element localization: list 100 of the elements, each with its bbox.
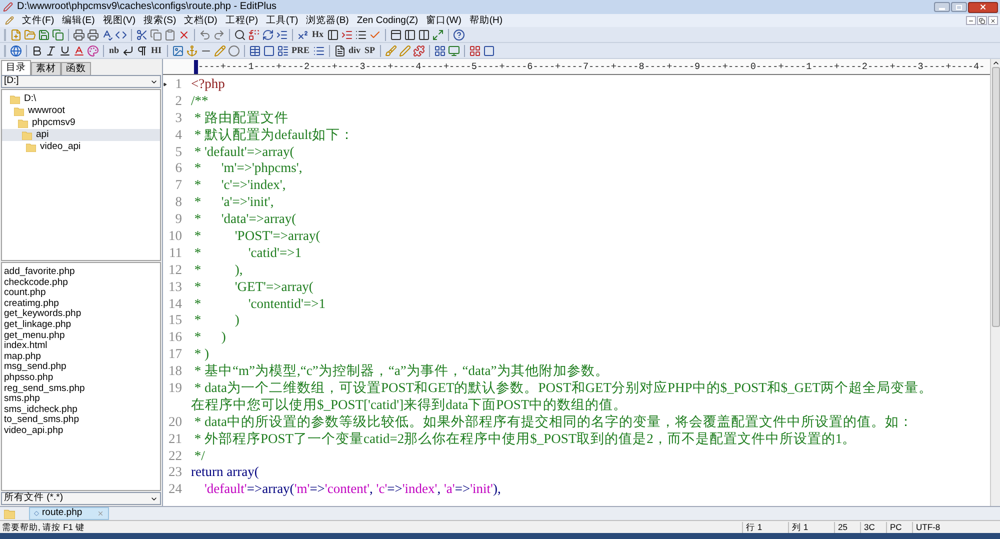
toolbar-text-button[interactable]: HI xyxy=(149,46,164,55)
menu-item[interactable]: Zen Coding(Z) xyxy=(356,16,418,26)
layout-icon[interactable] xyxy=(276,44,290,58)
save-icon[interactable] xyxy=(37,28,51,42)
menu-item[interactable]: 文档(D) xyxy=(184,16,218,26)
refresh-icon[interactable] xyxy=(261,28,275,42)
code-line: 在程序中您可以使用$_POST['catid']来得到data下面POST中的数组的值。 xyxy=(190,396,628,414)
toolbar-text-button[interactable]: PRE xyxy=(290,46,312,55)
maximize-button[interactable] xyxy=(951,2,967,12)
sidebar-tab[interactable]: 目录 xyxy=(1,60,31,75)
undo-icon[interactable] xyxy=(198,28,212,42)
file-list-item[interactable]: map.php xyxy=(4,352,41,362)
line-break-icon[interactable] xyxy=(121,44,136,58)
folder-tree-item[interactable]: wwwroot xyxy=(2,105,160,117)
app-icon xyxy=(3,2,13,12)
file-list-item[interactable]: phpsso.php xyxy=(4,372,54,384)
preview-icon[interactable] xyxy=(447,44,462,58)
toolbar-text-button[interactable]: nb xyxy=(107,46,122,55)
font-color-icon[interactable] xyxy=(72,44,86,58)
menu-item[interactable]: 编辑(E) xyxy=(62,16,95,26)
menu-item[interactable]: 帮助(H) xyxy=(469,16,503,26)
frame-icon[interactable] xyxy=(262,44,276,58)
file-list-item[interactable]: creatimg.php xyxy=(4,298,59,310)
ruler: ----+----1----+----2----+----3----+----4----+----5----+----6----+----7----+----8----+----9----+----0----+----1----+----2----+----3----+----4- xyxy=(198,62,985,72)
file-list-item[interactable]: sms.php xyxy=(4,394,40,405)
code-line: */ xyxy=(193,448,205,464)
file-list-item[interactable]: sms_idcheck.php xyxy=(4,404,78,416)
code-line: /** xyxy=(190,92,208,110)
file-list-item[interactable]: get_linkage.php xyxy=(4,320,72,331)
drive-dropdown[interactable]: [D:] xyxy=(1,75,161,88)
minimize-button[interactable] xyxy=(934,2,950,12)
line-number: 21 xyxy=(168,430,182,446)
grid-icon[interactable] xyxy=(433,44,448,58)
puzzle-icon[interactable] xyxy=(412,44,426,58)
sidebar-icon[interactable] xyxy=(402,28,417,42)
search-icon[interactable] xyxy=(233,28,247,42)
toolbar-text-button[interactable]: SP xyxy=(362,46,378,55)
folder-tree-item[interactable]: D:\ xyxy=(2,93,160,105)
scissors-icon[interactable] xyxy=(135,28,149,42)
file-list-item[interactable]: get_menu.php xyxy=(4,330,65,342)
close-icon xyxy=(990,18,996,24)
file-list-item[interactable]: to_send_sms.php xyxy=(4,415,79,426)
globe-icon[interactable] xyxy=(9,44,23,58)
line-number: 18 xyxy=(168,363,182,378)
code-line: * 'contentid'=>1 xyxy=(193,296,326,312)
file-list-item[interactable]: add_favorite.php xyxy=(4,267,75,278)
help-icon[interactable] xyxy=(452,28,466,42)
file-filter-dropdown[interactable]: 所有文件 (*.*) xyxy=(1,492,161,505)
folder-tree-item[interactable]: api xyxy=(2,129,160,141)
toolbar-text-button[interactable]: Hx xyxy=(310,30,326,39)
underline-icon[interactable] xyxy=(58,44,72,58)
close-button[interactable] xyxy=(968,2,998,12)
minimize-document-button[interactable] xyxy=(966,16,976,25)
table-icon[interactable] xyxy=(248,44,262,58)
redo-icon[interactable] xyxy=(212,28,226,42)
sidebar-tab[interactable]: 素材 xyxy=(31,62,61,75)
vertical-scrollbar[interactable] xyxy=(990,59,1000,506)
code-line: * 'a'=>'init', xyxy=(193,194,274,212)
file-list-item[interactable]: msg_send.php xyxy=(4,362,66,373)
scroll-up-icon[interactable] xyxy=(992,59,1000,67)
close-document-button[interactable] xyxy=(988,16,998,25)
folder-tree-item[interactable]: phpcmsv9 xyxy=(2,117,160,129)
file-list-item[interactable]: checkcode.php xyxy=(4,278,68,288)
folder-tree-item[interactable]: video_api xyxy=(2,141,160,153)
menu-item[interactable]: 窗口(W) xyxy=(426,16,462,26)
file-list-item[interactable]: reg_send_sms.php xyxy=(4,384,85,394)
italic-icon[interactable] xyxy=(44,44,58,58)
circle-icon[interactable] xyxy=(226,44,241,58)
code-line: return array( xyxy=(190,464,259,482)
status-help-text: 需要帮助, 请按 F1 键 xyxy=(1,520,86,534)
scrollbar-thumb[interactable] xyxy=(992,67,1000,327)
menu-item[interactable]: 视图(V) xyxy=(102,16,136,26)
printer-icon[interactable] xyxy=(86,28,100,42)
document-tab[interactable]: route.php xyxy=(29,507,109,520)
split-icon[interactable] xyxy=(416,28,431,42)
restore-document-button[interactable] xyxy=(977,16,987,25)
fullscreen-icon[interactable] xyxy=(430,28,445,42)
menu-item[interactable]: 搜索(S) xyxy=(143,16,176,26)
file-list-item[interactable]: video_api.php xyxy=(4,426,64,436)
text-icon[interactable] xyxy=(332,44,347,58)
ruler-cursor xyxy=(194,60,198,74)
toolbar-text-button[interactable]: div xyxy=(346,46,363,55)
replace-icon[interactable] xyxy=(247,28,261,42)
menu-item[interactable]: 文件(F) xyxy=(22,16,54,26)
code-line: * 'c'=>'index', xyxy=(193,177,286,194)
window-icon[interactable] xyxy=(482,44,496,58)
file-list-item[interactable]: count.php xyxy=(4,288,46,299)
menu-item[interactable]: 浏览器(B) xyxy=(306,16,349,26)
menu-item[interactable]: 工具(T) xyxy=(266,16,298,26)
image-icon[interactable] xyxy=(170,44,185,58)
panel-icon[interactable] xyxy=(388,28,403,42)
sidebar-tab[interactable]: 函数 xyxy=(61,62,91,75)
menu-item[interactable]: 工程(P) xyxy=(225,16,258,26)
clipboard-icon[interactable] xyxy=(163,28,177,42)
copy-icon[interactable] xyxy=(149,28,163,42)
line-number: 11 xyxy=(169,244,182,260)
line-number: 13 xyxy=(168,278,182,294)
code-line: * 'catid'=>1 xyxy=(193,244,302,262)
file-list-item[interactable]: get_keywords.php xyxy=(4,309,82,320)
file-list-item[interactable]: index.html xyxy=(4,341,48,352)
